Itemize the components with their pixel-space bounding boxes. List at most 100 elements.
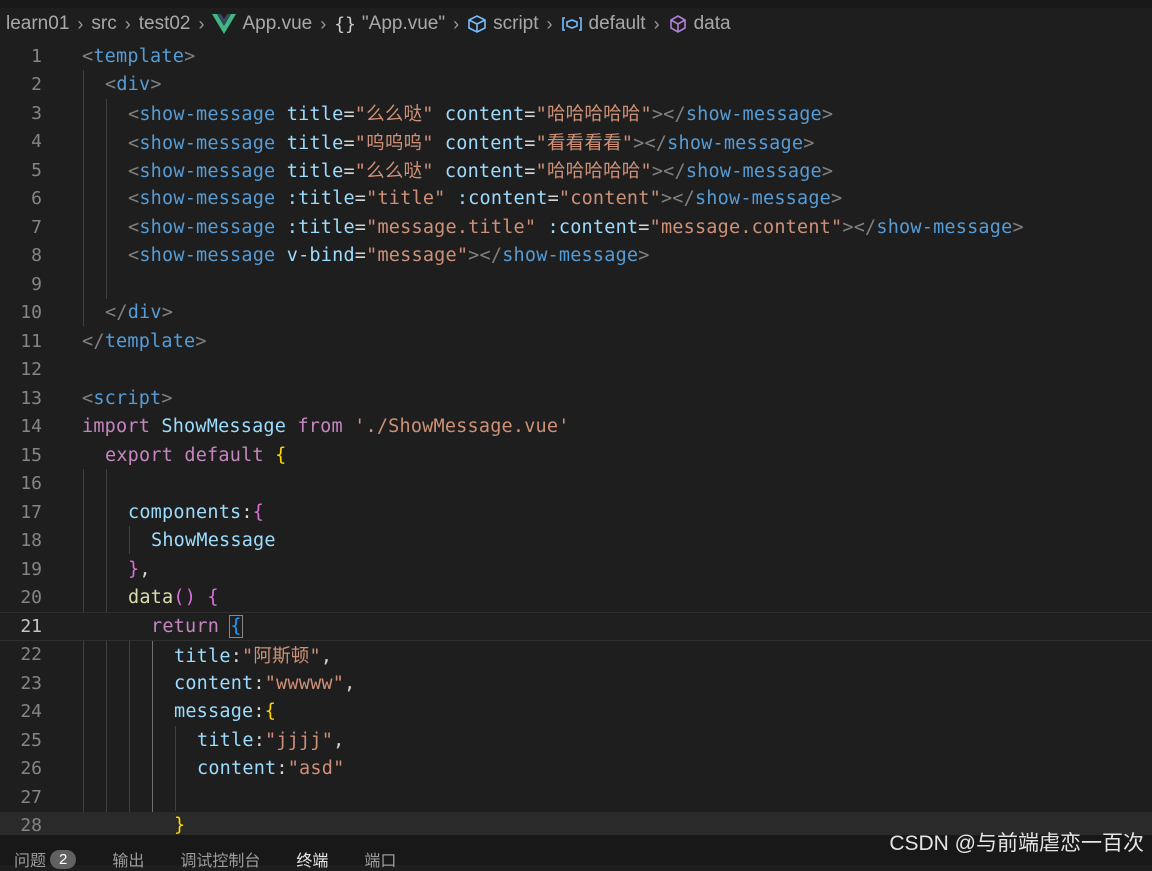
- code-line[interactable]: 12: [0, 356, 1152, 385]
- line-number: 15: [20, 444, 42, 466]
- token: './ShowMessage.vue': [354, 416, 570, 438]
- code-text: <show-message title="呜呜呜" content="看看看看"…: [128, 132, 815, 154]
- tab-output[interactable]: 输出: [112, 847, 144, 871]
- breadcrumb: learn01 › src › test02 › App.vue › {} "A…: [0, 0, 1152, 40]
- breadcrumb-item-module[interactable]: {} "App.vue": [334, 13, 445, 35]
- code-text: </template>: [82, 330, 207, 352]
- code-editor[interactable]: 1 <template> 2 <div> 3 <show-message tit…: [0, 42, 1152, 834]
- breadcrumb-item-default[interactable]: default: [561, 13, 646, 35]
- token: v-bind: [286, 245, 355, 267]
- code-line[interactable]: 22 title:"阿斯顿",: [0, 641, 1152, 670]
- line-number: 16: [20, 473, 42, 495]
- token: data: [128, 587, 174, 609]
- token: from: [297, 416, 343, 438]
- code-text: <show-message title="么么哒" content="哈哈哈哈哈…: [128, 161, 834, 183]
- token: template: [93, 45, 185, 67]
- token: show-message: [139, 216, 276, 238]
- token: content: [174, 672, 254, 694]
- code-line[interactable]: 27: [0, 783, 1152, 812]
- code-text: content:"asd": [197, 758, 345, 780]
- code-line-current[interactable]: 21 return {: [0, 612, 1152, 641]
- token: "么么哒": [354, 161, 434, 183]
- breadcrumb-item-data[interactable]: data: [668, 13, 731, 35]
- code-line[interactable]: 9: [0, 270, 1152, 299]
- code-line[interactable]: 20 data() {: [0, 584, 1152, 613]
- line-number: 20: [20, 587, 42, 609]
- cube-icon: [668, 14, 688, 34]
- token: ,: [320, 645, 333, 667]
- code-text: },: [128, 559, 151, 580]
- code-text: <show-message v-bind="message"></show-me…: [128, 245, 650, 267]
- token: "wwwww": [264, 672, 345, 694]
- problems-count-badge: 2: [50, 850, 77, 869]
- breadcrumb-item-learn01[interactable]: learn01: [6, 13, 69, 35]
- breadcrumb-item-test02[interactable]: test02: [139, 13, 191, 35]
- token: "呜呜呜": [354, 132, 434, 154]
- token: title: [174, 645, 231, 667]
- token: "哈哈哈哈哈": [535, 161, 652, 183]
- line-number: 18: [20, 530, 42, 552]
- code-line[interactable]: 1 <template>: [0, 42, 1152, 71]
- code-line[interactable]: 24 message:{: [0, 698, 1152, 727]
- breadcrumb-label: script: [493, 13, 539, 34]
- breadcrumb-item-src[interactable]: src: [91, 13, 116, 35]
- code-text: return {: [151, 614, 243, 638]
- token: ShowMessage: [161, 416, 287, 438]
- line-number: 3: [31, 102, 42, 124]
- code-line[interactable]: 11 </template>: [0, 327, 1152, 356]
- code-line[interactable]: 2 <div>: [0, 71, 1152, 100]
- code-line[interactable]: 19 },: [0, 555, 1152, 584]
- code-line[interactable]: 18 ShowMessage: [0, 527, 1152, 556]
- code-line[interactable]: 26 content:"asd": [0, 755, 1152, 784]
- code-line[interactable]: 14 import ShowMessage from './ShowMessag…: [0, 413, 1152, 442]
- matched-bracket: {: [229, 614, 243, 638]
- token: "title": [366, 188, 446, 210]
- code-line[interactable]: 7 <show-message :title="message.title" :…: [0, 213, 1152, 242]
- line-number: 6: [31, 188, 42, 210]
- token: "message": [366, 245, 469, 267]
- breadcrumb-label: src: [91, 13, 117, 34]
- tab-problems[interactable]: 问题 2: [14, 847, 77, 871]
- code-line[interactable]: 8 <show-message v-bind="message"></show-…: [0, 242, 1152, 271]
- token: show-message: [139, 161, 276, 183]
- code-line[interactable]: 15 export default {: [0, 441, 1152, 470]
- line-number: 13: [20, 387, 42, 409]
- code-line[interactable]: 6 <show-message :title="title" :content=…: [0, 185, 1152, 214]
- token: import: [82, 416, 151, 438]
- code-line[interactable]: 16: [0, 470, 1152, 499]
- token: :content: [547, 216, 639, 238]
- variable-icon: [561, 15, 583, 33]
- chevron-right-icon: ›: [453, 13, 460, 34]
- code-text: <show-message :title="title" :content="c…: [128, 188, 843, 210]
- token: {: [207, 587, 219, 609]
- code-text: content:"wwwww",: [174, 672, 356, 694]
- code-line[interactable]: 3 <show-message title="么么哒" content="哈哈哈…: [0, 99, 1152, 128]
- token: <: [105, 74, 117, 96]
- line-number: 8: [31, 245, 42, 267]
- token: show-message: [139, 188, 276, 210]
- token: div: [116, 74, 151, 96]
- breadcrumb-item-app-vue[interactable]: App.vue: [212, 13, 312, 35]
- tab-label: 输出: [112, 853, 145, 870]
- token: title: [286, 161, 344, 183]
- token: ,: [139, 558, 151, 580]
- code-line[interactable]: 5 <show-message title="么么哒" content="哈哈哈…: [0, 156, 1152, 185]
- tab-ports[interactable]: 端口: [364, 847, 396, 871]
- tab-terminal[interactable]: 终端: [296, 847, 328, 871]
- token: default: [184, 444, 264, 466]
- token: show-message: [685, 161, 822, 183]
- tab-debug-console[interactable]: 调试控制台: [180, 847, 260, 871]
- code-line[interactable]: 25 title:"jjjj",: [0, 726, 1152, 755]
- code-line[interactable]: 10 </div>: [0, 299, 1152, 328]
- breadcrumb-item-script[interactable]: script: [467, 13, 539, 35]
- token: ShowMessage: [151, 530, 276, 552]
- code-line[interactable]: 4 <show-message title="呜呜呜" content="看看看…: [0, 128, 1152, 157]
- line-number: 22: [20, 644, 42, 666]
- token: "message.content": [649, 216, 843, 238]
- code-line[interactable]: 17 components:{: [0, 498, 1152, 527]
- token: }: [174, 815, 186, 834]
- code-text: </div>: [105, 302, 174, 324]
- code-line[interactable]: 13 <script>: [0, 384, 1152, 413]
- code-line[interactable]: 23 content:"wwwww",: [0, 669, 1152, 698]
- code-text: <show-message title="么么哒" content="哈哈哈哈哈…: [128, 104, 834, 126]
